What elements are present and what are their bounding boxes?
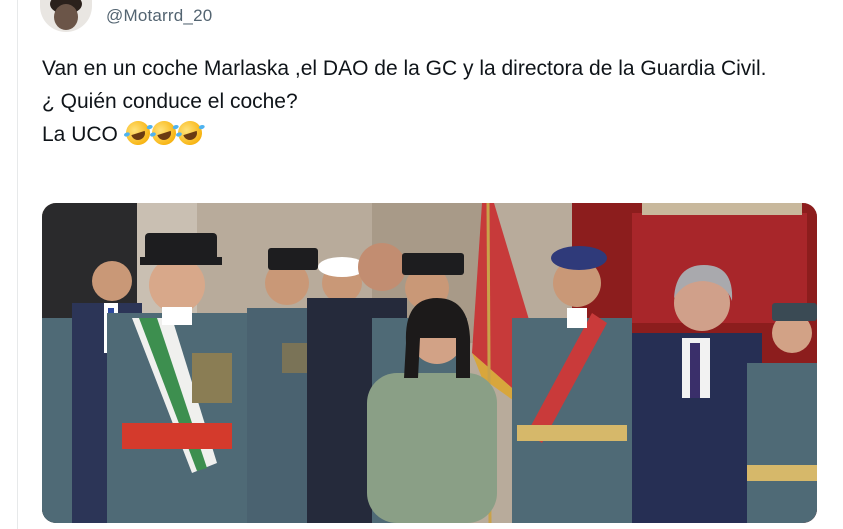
laughing-emoji-icon — [148, 117, 179, 149]
tricorn-hat — [145, 233, 217, 261]
tweet-line-1: Van en un coche Marlaska ,el DAO de la G… — [42, 57, 767, 80]
tweet-header: @Motarrd_20 — [40, 0, 212, 36]
red-sash — [122, 423, 232, 449]
tweet-line-2: ¿ Quién conduce el coche? — [42, 90, 298, 113]
laughing-emoji-icon — [122, 117, 153, 149]
woman-green-dress — [367, 373, 497, 523]
timeline-divider — [17, 0, 18, 529]
avatar[interactable] — [40, 0, 92, 32]
user-handle[interactable]: @Motarrd_20 — [106, 6, 212, 26]
tweet-photo[interactable] — [42, 203, 817, 523]
tweet-text: Van en un coche Marlaska ,el DAO de la G… — [42, 52, 817, 151]
tweet-line-3: La UCO — [42, 117, 817, 151]
laughing-emoji-icon — [174, 117, 205, 149]
tweet-line-3-text: La UCO — [42, 123, 118, 146]
photo-illustration — [42, 203, 817, 523]
